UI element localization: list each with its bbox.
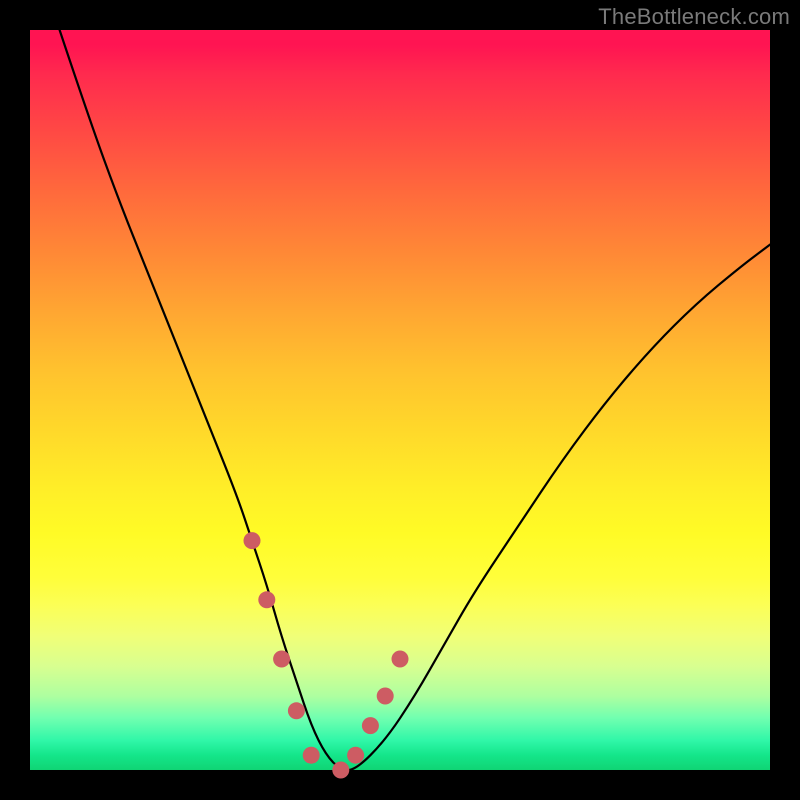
marker-point xyxy=(392,651,409,668)
curve-svg xyxy=(30,30,770,770)
watermark-text: TheBottleneck.com xyxy=(598,4,790,30)
marker-point xyxy=(288,702,305,719)
marker-point xyxy=(362,717,379,734)
marker-point xyxy=(332,762,349,779)
marker-point xyxy=(258,591,275,608)
marker-point xyxy=(377,688,394,705)
marker-point xyxy=(244,532,261,549)
marker-point xyxy=(347,747,364,764)
chart-frame: TheBottleneck.com xyxy=(0,0,800,800)
marker-point xyxy=(303,747,320,764)
marker-point xyxy=(273,651,290,668)
plot-area xyxy=(30,30,770,770)
bottleneck-curve xyxy=(60,30,770,770)
